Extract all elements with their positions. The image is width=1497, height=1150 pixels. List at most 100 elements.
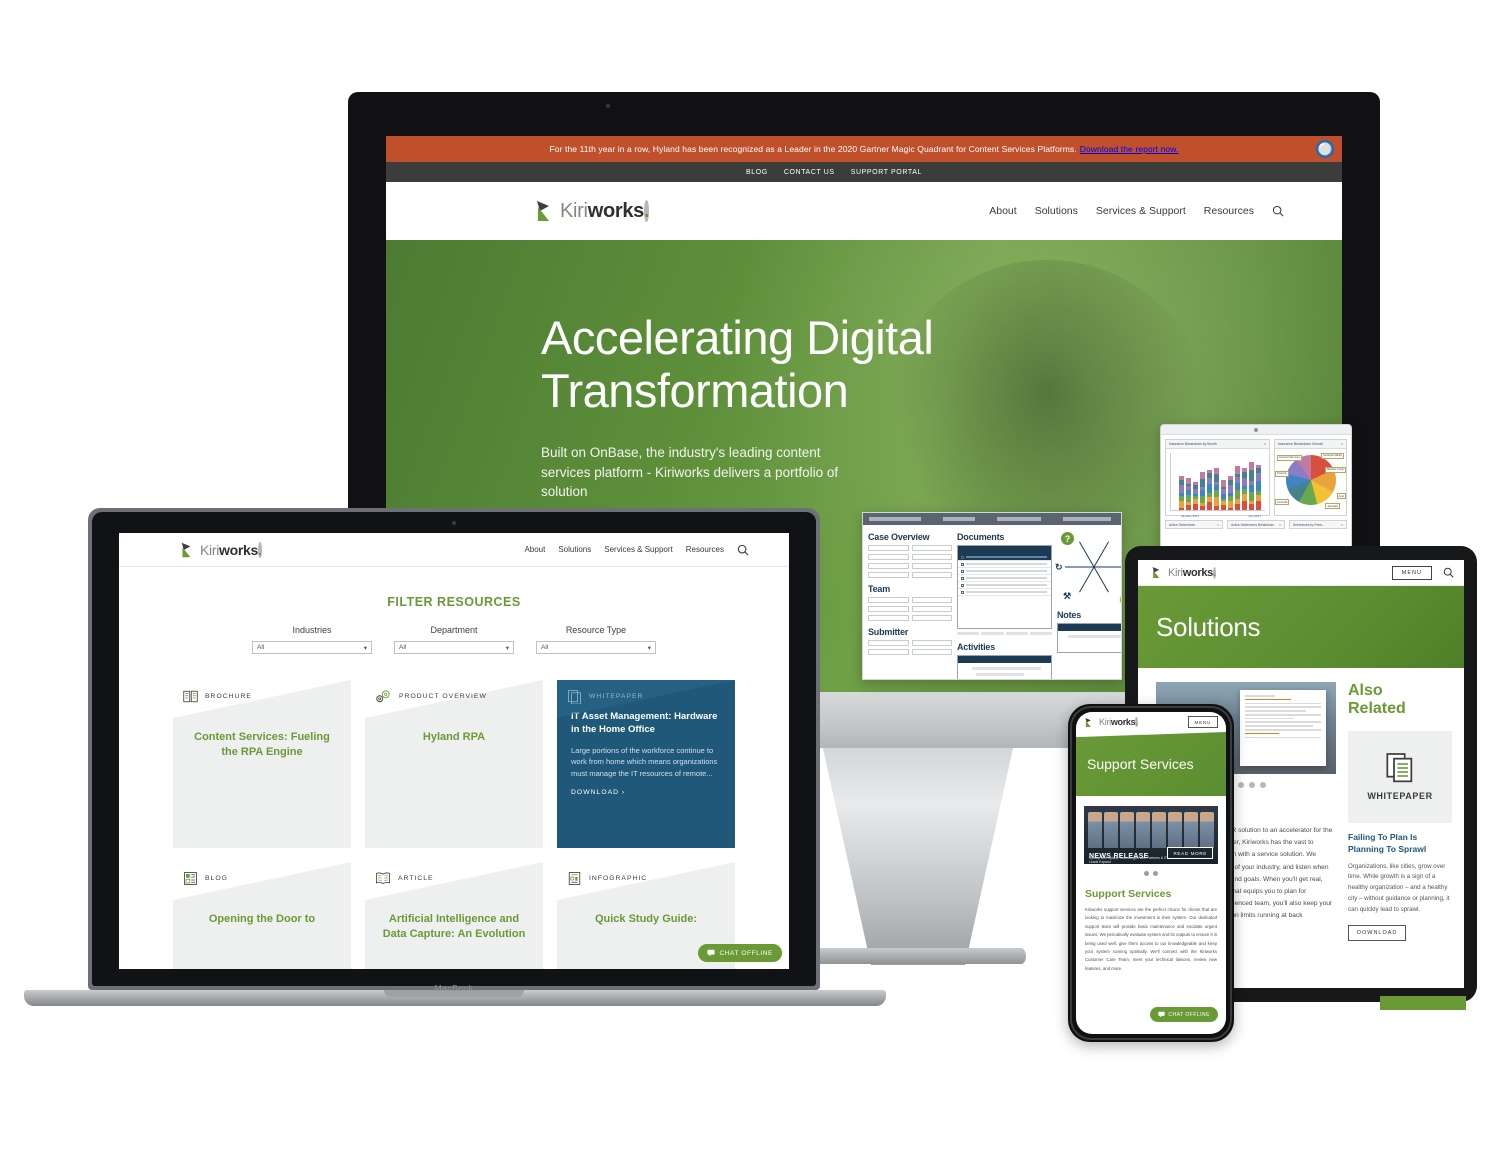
resource-card[interactable]: BLOG Opening the Door to xyxy=(173,862,351,969)
search-icon[interactable] xyxy=(1443,567,1454,578)
bar-column xyxy=(1228,475,1233,510)
nav-item-services-support[interactable]: Services & Support xyxy=(604,545,672,554)
filter-select-department[interactable]: All ▾ xyxy=(394,641,514,654)
logo[interactable]: Kiriworks. xyxy=(181,541,262,558)
nav-item-resources[interactable]: Resources xyxy=(686,545,724,554)
imac-camera xyxy=(606,104,610,108)
help-icon[interactable]: ? xyxy=(1061,532,1074,545)
dash-footer-card[interactable]: Debentures by Prem... □ xyxy=(1289,520,1347,529)
utility-link-contact[interactable]: CONTACT US xyxy=(784,169,835,176)
document-row[interactable] xyxy=(958,582,1051,589)
page-title: FILTER RESOURCES xyxy=(387,595,521,609)
carousel-dot[interactable] xyxy=(1144,871,1149,876)
utility-nav: BLOG CONTACT US SUPPORT PORTAL xyxy=(386,162,1342,182)
bar-xaxis-right: July 2017 xyxy=(1248,514,1261,518)
document-row[interactable] xyxy=(958,589,1051,596)
news-release-subtitle: Kyndryl and Hyland Technologies with Par… xyxy=(1089,855,1167,864)
menu-button[interactable]: MENU xyxy=(1391,565,1432,580)
utility-link-blog[interactable]: BLOG xyxy=(746,169,768,176)
read-more-button[interactable]: READ MORE xyxy=(1167,847,1213,859)
utility-link-support[interactable]: SUPPORT PORTAL xyxy=(851,169,922,176)
logo-wordmark: Kiriworks. xyxy=(560,199,650,222)
card-title: Artificial Intelligence and Data Capture… xyxy=(382,913,526,940)
bar-column xyxy=(1193,482,1198,510)
card-type-label: BROCHURE xyxy=(205,693,252,700)
carousel-dot[interactable] xyxy=(1237,782,1244,788)
resources-nav: Kiriworks. About Solutions Services & Su… xyxy=(119,533,789,567)
logo[interactable]: Kiriworks. xyxy=(1152,566,1216,579)
macbook-screen: Kiriworks. About Solutions Services & Su… xyxy=(119,533,789,969)
onbase-dashboard-window[interactable]: Insurance Breakdown by Month □ January 20… xyxy=(1160,424,1352,552)
download-report-link[interactable]: Download the report now. xyxy=(1080,144,1179,154)
card-type-label: PRODUCT OVERVIEW xyxy=(399,693,487,700)
dash-footer-card[interactable]: Active Debentures Breakdown □ xyxy=(1227,520,1285,529)
logo[interactable]: Kiriworks. xyxy=(1085,717,1138,728)
nav-item-resources[interactable]: Resources xyxy=(1204,205,1254,217)
dash-footer-card[interactable]: Active Debentures □ xyxy=(1165,520,1223,529)
filter-label-department: Department xyxy=(430,625,478,635)
tablet-nav: Kiriworks. MENU xyxy=(1138,560,1464,586)
infographic-icon xyxy=(568,872,581,885)
macbook-device-label: MacBook xyxy=(434,983,474,993)
card-type-label: ARTICLE xyxy=(398,875,434,882)
bar-column xyxy=(1242,467,1247,510)
resource-card-featured[interactable]: WHITEPAPER IT Asset Management: Hardware… xyxy=(557,680,735,848)
macbook-camera xyxy=(452,521,456,525)
phone-screen: Kiriworks. MENU Support Services NEWS RE… xyxy=(1076,712,1226,1034)
document-row[interactable] xyxy=(958,554,1051,561)
case-overview-panel: Case Overview Team Submitter xyxy=(868,530,952,679)
bar-column xyxy=(1249,462,1254,510)
whitepaper-icon xyxy=(1386,753,1413,783)
whitepaper-download-button[interactable]: DOWNLOAD xyxy=(1348,924,1407,941)
search-icon[interactable] xyxy=(737,544,749,556)
card-download-link[interactable]: DOWNLOAD › xyxy=(557,779,735,796)
resource-card[interactable]: BROCHURE Content Services: Fueling the R… xyxy=(173,680,351,848)
card-type-label: INFOGRAPHIC xyxy=(589,875,648,882)
search-icon[interactable] xyxy=(1272,205,1284,217)
card-title: Hyland RPA xyxy=(422,731,486,743)
onbase-case-window[interactable]: Case Overview Team Submitter Documents A… xyxy=(862,512,1122,680)
bar-column xyxy=(1179,475,1184,510)
nav-item-services-support[interactable]: Services & Support xyxy=(1096,205,1186,217)
chat-button[interactable]: CHAT OFFLINE xyxy=(698,944,782,962)
document-row[interactable] xyxy=(958,575,1051,582)
card-title: Quick Study Guide: xyxy=(594,913,698,925)
nav-item-about[interactable]: About xyxy=(524,545,545,554)
documents-list[interactable] xyxy=(957,545,1052,629)
also-related-heading: Also Related xyxy=(1348,682,1406,718)
document-row[interactable] xyxy=(958,561,1051,568)
news-release-banner[interactable]: NEWS RELEASE Kyndryl and Hyland Technolo… xyxy=(1084,806,1218,864)
chevron-down-icon: ▾ xyxy=(647,644,651,652)
bar-column xyxy=(1207,470,1212,510)
nav-item-about[interactable]: About xyxy=(989,205,1016,217)
filter-select-industries[interactable]: All ▾ xyxy=(252,641,372,654)
hero-title: Accelerating Digital Transformation xyxy=(541,311,934,417)
filter-label-industries: Industries xyxy=(292,625,332,635)
nav-item-solutions[interactable]: Solutions xyxy=(1035,205,1078,217)
carousel-dot[interactable] xyxy=(1259,782,1266,788)
bar-chart-title: Insurance Breakdown by Month xyxy=(1169,442,1217,446)
logo[interactable]: Kiriworks. xyxy=(536,199,650,223)
chat-button[interactable]: CHAT OFFLINE xyxy=(1150,1007,1218,1022)
carousel-dot[interactable] xyxy=(1153,871,1158,876)
bar-column xyxy=(1235,465,1240,510)
document-row[interactable] xyxy=(958,568,1051,575)
accessibility-icon[interactable]: ⚪ xyxy=(1316,140,1334,158)
resource-card[interactable]: ARTICLE Artificial Intelligence and Data… xyxy=(365,862,543,969)
resource-card[interactable]: PRODUCT OVERVIEW Hyland RPA xyxy=(365,680,543,848)
main-nav: Kiriworks. About Solutions Services & Su… xyxy=(386,182,1342,240)
phone-hero: Support Services xyxy=(1076,732,1226,796)
menu-button[interactable]: MENU xyxy=(1187,716,1218,728)
filter-select-resource-type[interactable]: All ▾ xyxy=(536,641,656,654)
logo-wordmark: Kiriworks. xyxy=(1099,717,1138,727)
bar-xaxis-left: January 2017 xyxy=(1181,514,1200,518)
brochure-icon xyxy=(183,690,198,703)
dashboard-titlebar xyxy=(1161,425,1351,435)
nav-item-solutions[interactable]: Solutions xyxy=(558,545,591,554)
chat-label: CHAT OFFLINE xyxy=(1168,1011,1210,1018)
kiriworks-leaf-icon xyxy=(181,542,191,557)
whitepaper-card[interactable]: WHITEPAPER xyxy=(1348,730,1452,823)
whitepaper-excerpt: Organizations, like cities, grow over ti… xyxy=(1348,862,1450,913)
whitepaper-title[interactable]: Failing To Plan Is Planning To Sprawl xyxy=(1348,832,1452,856)
carousel-dot[interactable] xyxy=(1248,782,1255,788)
